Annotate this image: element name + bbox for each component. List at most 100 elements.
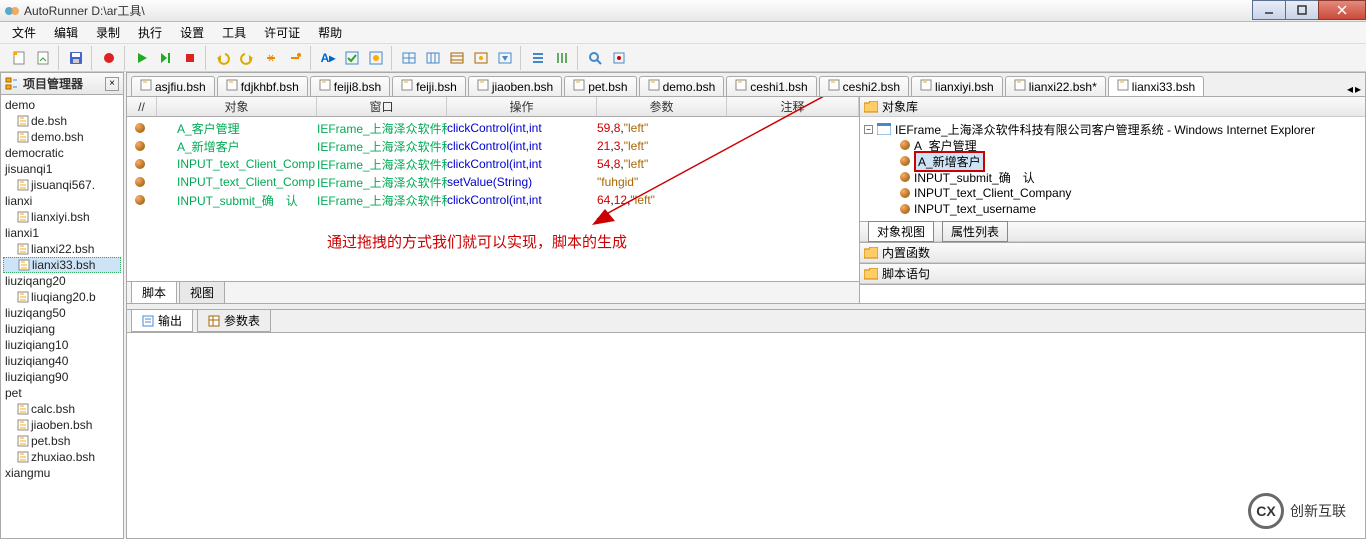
play-button[interactable] xyxy=(131,47,153,69)
folder-icon xyxy=(864,268,878,280)
menu-item[interactable]: 编辑 xyxy=(46,22,86,43)
tree-item[interactable]: jisuanqi1 xyxy=(3,161,121,177)
script-row[interactable]: A_新增客户IEFrame_上海泽众软件科clickControl(int,in… xyxy=(127,137,859,155)
clear2-button[interactable] xyxy=(284,47,306,69)
builtin-function-label[interactable]: 内置函数 xyxy=(882,244,930,261)
menu-item[interactable]: 文件 xyxy=(4,22,44,43)
project-tree[interactable]: demode.bshdemo.bshdemocraticjisuanqi1jis… xyxy=(1,95,123,538)
menu-item[interactable]: 执行 xyxy=(130,22,170,43)
tree-item[interactable]: zhuxiao.bsh xyxy=(3,449,121,465)
table-header: 窗口 xyxy=(317,97,447,116)
new-script-button[interactable] xyxy=(32,47,54,69)
record-button[interactable] xyxy=(98,47,120,69)
tree-item[interactable]: lianxi33.bsh xyxy=(3,257,121,273)
tree-item[interactable]: liuziqiang10 xyxy=(3,337,121,353)
tree-item[interactable]: pet.bsh xyxy=(3,433,121,449)
text-a-button[interactable]: A▸ xyxy=(317,47,339,69)
checkpoint-button[interactable] xyxy=(341,47,363,69)
maximize-button[interactable] xyxy=(1285,0,1319,20)
tree-item[interactable]: liuziqiang xyxy=(3,321,121,337)
file-tab[interactable]: demo.bsh xyxy=(639,76,725,96)
param-table-tab[interactable]: 参数表 xyxy=(197,309,271,332)
tree-item[interactable]: lianxiyi.bsh xyxy=(3,209,121,225)
attribute-list-tab[interactable]: 属性列表 xyxy=(942,221,1008,242)
file-tab[interactable]: fdjkhbf.bsh xyxy=(217,76,308,96)
save-button[interactable] xyxy=(65,47,87,69)
table-header: 对象 xyxy=(157,97,317,116)
tab-prev-button[interactable]: ◂ xyxy=(1347,82,1353,96)
step-button[interactable] xyxy=(155,47,177,69)
file-tab[interactable]: asjfiu.bsh xyxy=(131,76,215,96)
object-tree-node[interactable]: INPUT_text_username xyxy=(864,201,1361,217)
stop-button[interactable] xyxy=(179,47,201,69)
tree-item[interactable]: democratic xyxy=(3,145,121,161)
new-button[interactable] xyxy=(8,47,30,69)
tree-item[interactable]: liuziqiang40 xyxy=(3,353,121,369)
tree-item[interactable]: liuqiang20.b xyxy=(3,289,121,305)
file-tab[interactable]: pet.bsh xyxy=(564,76,636,96)
tree-item[interactable]: jisuanqi567. xyxy=(3,177,121,193)
object-tree-node[interactable]: INPUT_text_Client_Company xyxy=(864,185,1361,201)
tree-item[interactable]: pet xyxy=(3,385,121,401)
tree-item[interactable]: lianxi1 xyxy=(3,225,121,241)
file-tab[interactable]: feiji8.bsh xyxy=(310,76,390,96)
tree-item[interactable]: demo xyxy=(3,97,121,113)
object-tree-node[interactable]: INPUT_submit_确 认 xyxy=(864,169,1361,185)
file-tab[interactable]: ceshi1.bsh xyxy=(726,76,816,96)
tree-item[interactable]: jiaoben.bsh xyxy=(3,417,121,433)
file-tab[interactable]: jiaoben.bsh xyxy=(468,76,562,96)
sub-tab[interactable]: 视图 xyxy=(179,281,225,304)
tree-item[interactable]: de.bsh xyxy=(3,113,121,129)
clear-button[interactable] xyxy=(260,47,282,69)
grid2-button[interactable] xyxy=(422,47,444,69)
script-statement-label[interactable]: 脚本语句 xyxy=(882,265,930,282)
app-icon xyxy=(4,3,20,19)
tree-item[interactable]: xiangmu xyxy=(3,465,121,481)
object-tree[interactable]: − IEFrame_上海泽众软件科技有限公司客户管理系统 - Windows I… xyxy=(860,117,1365,221)
menu-item[interactable]: 许可证 xyxy=(256,22,308,43)
tree-item[interactable]: liuziqiang90 xyxy=(3,369,121,385)
file-tab[interactable]: lianxi22.bsh* xyxy=(1005,76,1106,96)
menu-item[interactable]: 工具 xyxy=(214,22,254,43)
root-node-label: IEFrame_上海泽众软件科技有限公司客户管理系统 - Windows Int… xyxy=(895,121,1315,138)
view1-button[interactable] xyxy=(527,47,549,69)
object-view-tab[interactable]: 对象视图 xyxy=(868,221,934,242)
view2-button[interactable] xyxy=(551,47,573,69)
script-row[interactable]: INPUT_text_Client_CompIEFrame_上海泽众软件科set… xyxy=(127,173,859,191)
file-tab[interactable]: feiji.bsh xyxy=(392,76,466,96)
object-tree-node[interactable]: A_新增客户 xyxy=(864,153,1361,169)
menu-item[interactable]: 设置 xyxy=(172,22,212,43)
spy-button[interactable] xyxy=(584,47,606,69)
script-row[interactable]: INPUT_text_Client_CompIEFrame_上海泽众软件科cli… xyxy=(127,155,859,173)
file-tab[interactable]: lianxi33.bsh xyxy=(1108,76,1204,96)
minimize-button[interactable] xyxy=(1252,0,1286,20)
output-tab[interactable]: 输出 xyxy=(131,309,193,332)
redo-button[interactable] xyxy=(236,47,258,69)
menu-item[interactable]: 录制 xyxy=(88,22,128,43)
close-button[interactable] xyxy=(1318,0,1366,20)
file-tab[interactable]: ceshi2.bsh xyxy=(819,76,909,96)
script-row[interactable]: A_客户管理IEFrame_上海泽众软件科clickControl(int,in… xyxy=(127,119,859,137)
script-editor[interactable]: //对象窗口操作参数注释 A_客户管理IEFrame_上海泽众软件科clickC… xyxy=(127,97,859,281)
tree-item[interactable]: calc.bsh xyxy=(3,401,121,417)
tab-next-button[interactable]: ▸ xyxy=(1355,82,1361,96)
grid5-button[interactable] xyxy=(494,47,516,69)
script-row[interactable]: INPUT_submit_确 认IEFrame_上海泽众软件科clickCont… xyxy=(127,191,859,209)
panel-close-button[interactable]: × xyxy=(105,77,119,91)
tool-a-button[interactable] xyxy=(365,47,387,69)
sub-tab[interactable]: 脚本 xyxy=(131,281,177,304)
grid3-button[interactable] xyxy=(446,47,468,69)
tree-item[interactable]: lianxi22.bsh xyxy=(3,241,121,257)
object-library-label: 对象库 xyxy=(882,98,918,115)
tree-item[interactable]: liuziqang20 xyxy=(3,273,121,289)
tree-item[interactable]: demo.bsh xyxy=(3,129,121,145)
collapse-icon[interactable]: − xyxy=(864,125,873,134)
spy2-button[interactable] xyxy=(608,47,630,69)
tree-item[interactable]: liuziqang50 xyxy=(3,305,121,321)
file-tab[interactable]: lianxiyi.bsh xyxy=(911,76,1003,96)
grid1-button[interactable] xyxy=(398,47,420,69)
menu-item[interactable]: 帮助 xyxy=(310,22,350,43)
undo-button[interactable] xyxy=(212,47,234,69)
tree-item[interactable]: lianxi xyxy=(3,193,121,209)
grid4-button[interactable] xyxy=(470,47,492,69)
